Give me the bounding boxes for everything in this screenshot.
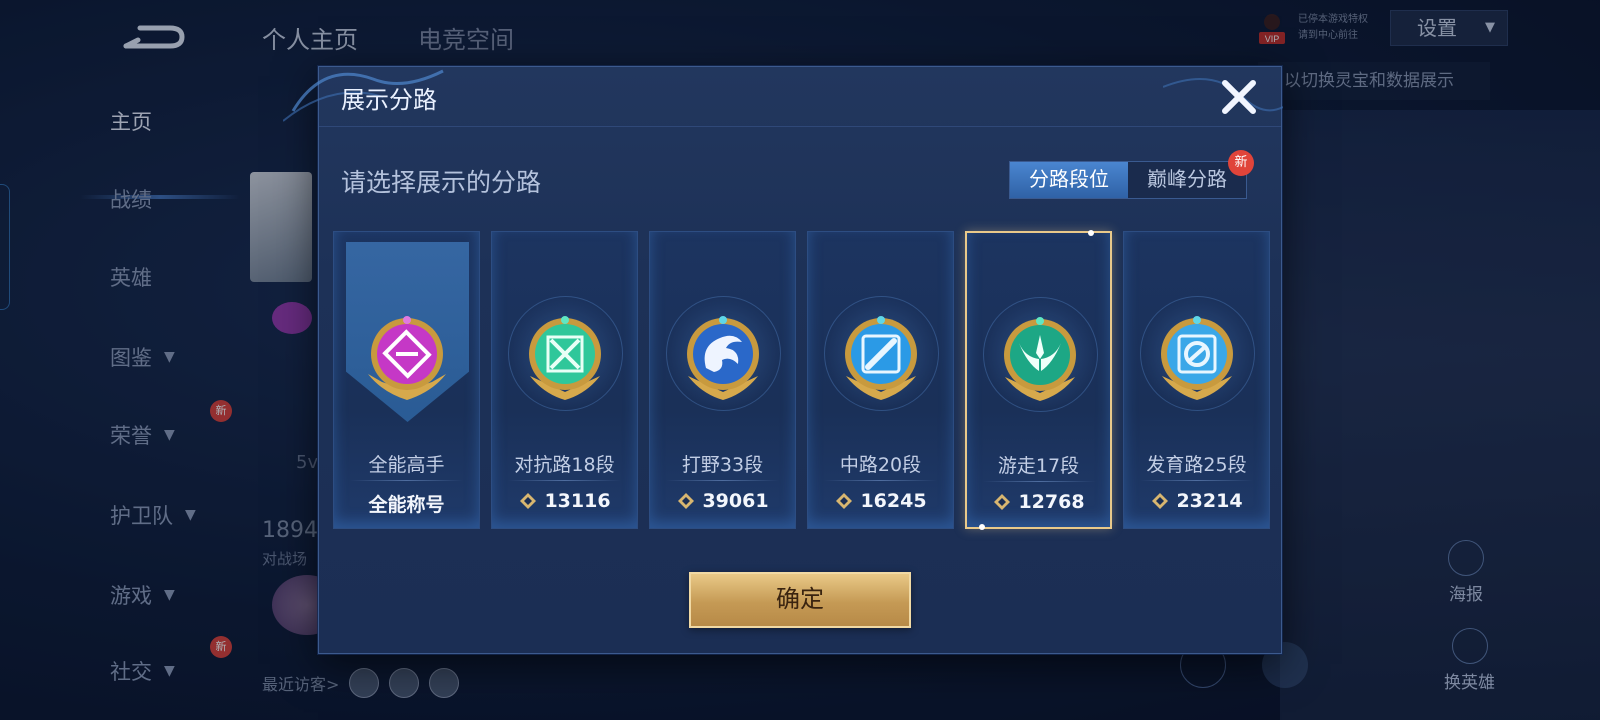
lane-name: 发育路25段 — [1146, 454, 1247, 476]
roam-emblem-icon — [1004, 317, 1076, 401]
dialog-header: 展示分路 — [319, 67, 1281, 127]
divider — [350, 480, 463, 481]
lane-display-dialog: 展示分路 请选择展示的分路 分路段位 巅峰分路 新 全能高手 全能称号 对抗路1… — [283, 66, 1283, 654]
lane-name: 中路20段 — [839, 454, 922, 476]
lane-score: 12768 — [967, 491, 1110, 513]
tab-lane-rank[interactable]: 分路段位 — [1010, 162, 1128, 198]
confirm-button[interactable]: 确定 — [689, 572, 911, 628]
score-icon — [520, 493, 537, 509]
lane-card-jungle[interactable]: 打野33段 39061 — [649, 231, 796, 529]
lane-score-value: 13116 — [544, 490, 611, 512]
lane-card-farm-lane[interactable]: 发育路25段 23214 — [1123, 231, 1270, 529]
prompt-text: 请选择展示的分路 — [341, 168, 542, 197]
lane-score: 13116 — [492, 490, 637, 512]
lane-card-list: 全能高手 全能称号 对抗路18段 13116 打野33段 39061 中路20段… — [333, 230, 1270, 530]
lane-card-mid-lane[interactable]: 中路20段 16245 — [807, 231, 954, 529]
lane-name: 打野33段 — [681, 454, 764, 476]
tab-label: 巅峰分路 — [1147, 167, 1227, 191]
lane-score-value: 23214 — [1176, 490, 1243, 512]
dialog-title: 展示分路 — [341, 86, 437, 114]
jungle-emblem-icon — [687, 316, 759, 400]
lane-score: 23214 — [1124, 490, 1269, 512]
lane-value: 全能称号 — [334, 490, 479, 517]
divider — [1140, 480, 1253, 481]
lane-card-clash-lane[interactable]: 对抗路18段 13116 — [491, 231, 638, 529]
lane-value-text: 全能称号 — [368, 494, 445, 516]
divider — [824, 480, 937, 481]
clash-lane-emblem-icon — [529, 316, 601, 400]
divider — [508, 480, 621, 481]
farm-lane-emblem-icon — [1161, 316, 1233, 400]
score-icon — [1152, 493, 1169, 509]
lane-score-value: 12768 — [1018, 491, 1085, 513]
divider — [666, 480, 779, 481]
divider — [983, 481, 1096, 482]
score-icon — [994, 494, 1011, 510]
lane-score: 39061 — [650, 490, 795, 512]
lane-score: 16245 — [808, 490, 953, 512]
score-icon — [678, 493, 695, 509]
corner-dot — [979, 524, 985, 530]
lane-name: 游走17段 — [997, 455, 1080, 477]
corner-dot — [1088, 230, 1094, 236]
lane-card-roam[interactable]: 游走17段 12768 — [965, 230, 1112, 530]
close-icon[interactable] — [1219, 77, 1259, 117]
new-badge: 新 — [1228, 150, 1254, 176]
lane-card-all-round[interactable]: 全能高手 全能称号 — [333, 231, 480, 529]
lane-name: 对抗路18段 — [514, 454, 615, 476]
score-icon — [836, 493, 853, 509]
lane-mode-tabs: 分路段位 巅峰分路 新 — [1009, 150, 1254, 199]
all-round-emblem-icon — [368, 316, 446, 400]
lane-name: 全能高手 — [368, 454, 445, 476]
mid-lane-emblem-icon — [845, 316, 917, 400]
lane-score-value: 39061 — [702, 490, 769, 512]
lane-score-value: 16245 — [860, 490, 927, 512]
tab-peak-lane[interactable]: 巅峰分路 新 — [1128, 150, 1254, 198]
